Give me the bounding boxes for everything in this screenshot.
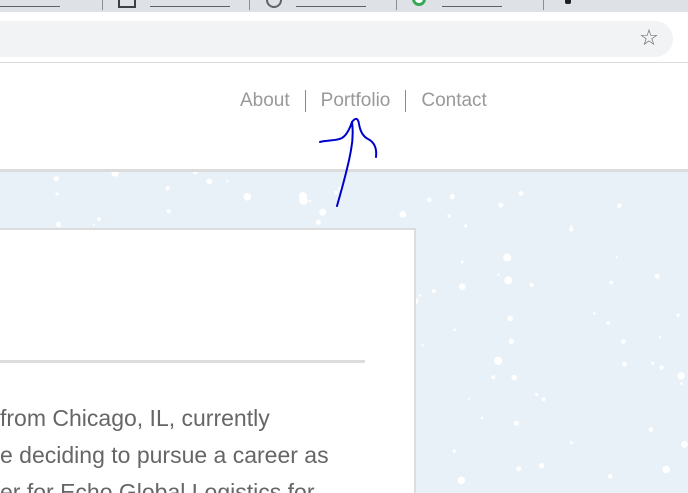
- snowflake: [535, 392, 539, 397]
- snowflake: [570, 225, 573, 228]
- snowflake: [679, 382, 683, 385]
- snowflake: [467, 398, 470, 400]
- snowflake: [659, 365, 664, 370]
- snowflake: [460, 260, 464, 264]
- nav-link-contact[interactable]: Contact: [406, 89, 501, 113]
- snowflake: [659, 336, 662, 339]
- intro-line: from Chicago, IL, currently: [0, 405, 270, 431]
- snowflake: [507, 315, 513, 322]
- snowflake: [418, 294, 422, 297]
- snowflake: [593, 312, 596, 315]
- snowflake: [96, 217, 102, 222]
- nav-link-portfolio[interactable]: Portfolio: [306, 89, 406, 113]
- snowflake: [226, 179, 229, 182]
- tab-fragment[interactable]: [0, 0, 60, 7]
- intro-line: e deciding to pursue a career as: [0, 442, 329, 468]
- snowflake: [615, 255, 618, 258]
- snowflake: [518, 191, 524, 196]
- tab-icon-fragment: [565, 0, 571, 4]
- snowflake: [315, 219, 321, 225]
- snowflake: [606, 321, 611, 325]
- snowflake: [55, 192, 59, 196]
- tab-separator: [249, 0, 250, 10]
- snowflake: [480, 416, 484, 420]
- snowflake: [516, 466, 522, 472]
- web-page: About Portfolio Contact from Chicago, IL…: [0, 63, 688, 493]
- snowflake: [621, 339, 626, 344]
- snowflake: [165, 186, 170, 191]
- snowflake: [491, 375, 496, 380]
- intro-line: er for Echo Global Logistics for: [0, 479, 315, 493]
- snowflake: [622, 362, 627, 367]
- snowflake: [431, 289, 436, 293]
- intro-card: from Chicago, IL, currently e deciding t…: [0, 228, 416, 493]
- snowflake: [504, 276, 513, 285]
- site-nav: About Portfolio Contact: [225, 89, 502, 113]
- green-circle-icon: [412, 0, 426, 6]
- snowflake: [497, 273, 500, 276]
- snowflake: [494, 356, 503, 365]
- tab-fragment[interactable]: [442, 0, 502, 7]
- snowflake: [192, 172, 198, 175]
- snowflake: [503, 253, 512, 262]
- snowflake: [513, 420, 520, 426]
- tab-separator: [102, 0, 103, 10]
- snowflake: [541, 397, 546, 402]
- tab-fragment[interactable]: [150, 0, 230, 7]
- tab-separator: [396, 0, 397, 10]
- snowflake: [539, 462, 545, 469]
- snow-background: from Chicago, IL, currently e deciding t…: [0, 172, 688, 493]
- snowflake: [452, 449, 456, 453]
- nav-link-about[interactable]: About: [225, 89, 305, 113]
- snowflake: [447, 214, 451, 218]
- snowflake: [243, 193, 252, 201]
- snowflake: [570, 441, 573, 445]
- snowflake: [662, 465, 670, 474]
- snowflake: [399, 211, 407, 218]
- google-icon: [266, 0, 282, 8]
- snowflake: [569, 227, 574, 232]
- snowflake: [681, 440, 688, 448]
- snowflake: [166, 209, 171, 214]
- snowflake: [648, 427, 654, 432]
- snowflake: [449, 194, 455, 200]
- snowflake: [677, 372, 685, 380]
- snowflake: [206, 178, 213, 185]
- browser-toolbar: ☆: [0, 12, 688, 63]
- snowflake: [676, 313, 680, 317]
- snowflake: [498, 202, 504, 208]
- snowflake: [458, 283, 466, 291]
- intro-text: from Chicago, IL, currently e deciding t…: [0, 400, 420, 493]
- snowflake: [421, 344, 424, 347]
- tab-separator: [543, 0, 544, 10]
- snowflake: [457, 476, 466, 485]
- snowflake: [333, 190, 339, 195]
- tab-fragment[interactable]: [296, 0, 366, 7]
- snowflake: [55, 221, 62, 227]
- card-divider: [0, 360, 365, 363]
- snowflake: [53, 176, 59, 182]
- snowflake: [608, 474, 613, 479]
- snowflake: [651, 361, 655, 365]
- snowflake: [464, 224, 468, 228]
- snowflake: [308, 199, 312, 203]
- snowflake: [93, 223, 95, 226]
- address-bar[interactable]: [0, 21, 673, 57]
- snowflake: [338, 186, 342, 191]
- snowflake: [617, 203, 622, 208]
- snowflake: [609, 280, 613, 285]
- snowflake: [529, 282, 534, 287]
- snowflake: [427, 197, 432, 202]
- browser-tab-strip: [0, 0, 688, 12]
- snowflake: [319, 208, 327, 216]
- snowflake: [511, 374, 517, 381]
- snowflake: [508, 338, 514, 344]
- star-outline-icon[interactable]: ☆: [636, 26, 662, 52]
- snowflake: [453, 328, 457, 331]
- snowflake: [111, 172, 119, 177]
- document-icon: [118, 0, 136, 8]
- snowflake: [654, 273, 660, 279]
- snowflake: [298, 192, 307, 201]
